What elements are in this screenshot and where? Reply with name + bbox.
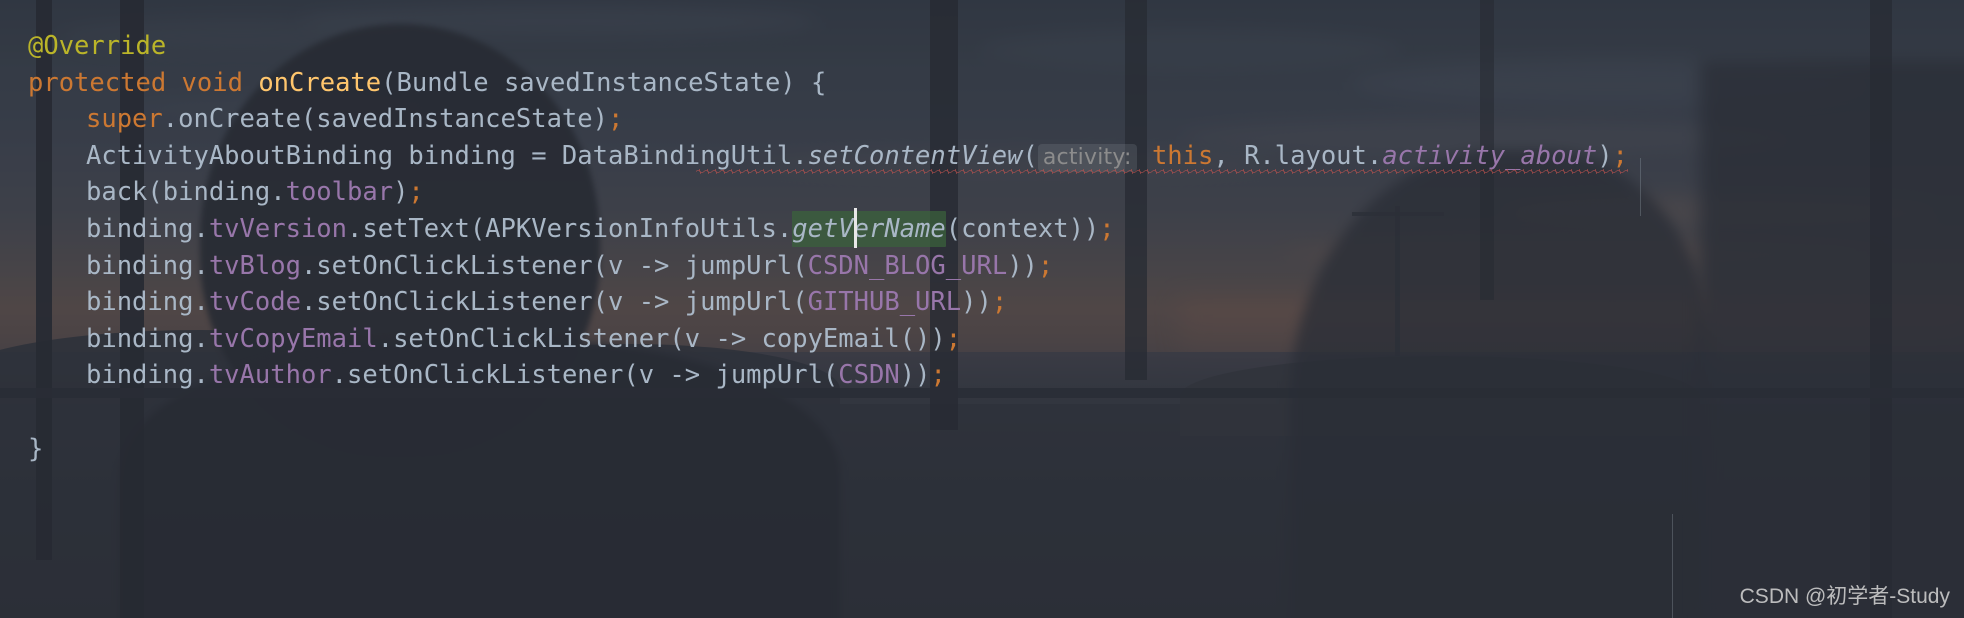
code-line[interactable]: back(binding.toolbar); bbox=[86, 174, 424, 211]
code-token-constant: CSDN bbox=[838, 360, 900, 391]
code-token-text: (Bundle savedInstanceState) { bbox=[381, 67, 827, 98]
code-token-text: ) bbox=[393, 177, 409, 208]
code-token-keyword: super bbox=[86, 104, 163, 135]
code-token-text: .setOnClickListener(v -> copyEmail()) bbox=[377, 323, 946, 354]
csdn-watermark: CSDN @初学者-Study bbox=[1739, 585, 1950, 608]
code-token-text: )) bbox=[961, 287, 992, 318]
code-token-text: .setText(APKVersionInfoUtils. bbox=[347, 214, 793, 244]
code-token-text: binding. bbox=[86, 250, 209, 281]
code-editor-screenshot: @Override protected void onCreate(Bundle … bbox=[0, 0, 1964, 618]
code-token-semicolon: ; bbox=[1612, 140, 1628, 171]
code-token-semicolon: ; bbox=[945, 323, 962, 354]
code-token-constant: CSDN_BLOG_URL bbox=[807, 250, 1008, 281]
code-token-method: onCreate bbox=[258, 67, 382, 98]
code-line[interactable]: protected void onCreate(Bundle savedInst… bbox=[28, 65, 826, 102]
code-token-text: , R.layout. bbox=[1213, 140, 1383, 171]
error-underline bbox=[696, 168, 1628, 174]
code-token-semicolon: ; bbox=[930, 360, 946, 391]
code-line[interactable]: } bbox=[28, 431, 43, 468]
code-line[interactable]: binding.tvCopyEmail.setOnClickListener(v… bbox=[86, 321, 961, 358]
code-token-keyword: void bbox=[181, 67, 243, 98]
code-token-text: .setOnClickListener(v -> jumpUrl( bbox=[300, 250, 808, 281]
code-line[interactable]: super.onCreate(savedInstanceState); bbox=[86, 101, 623, 138]
code-token-static-method-highlighted: getVerName bbox=[792, 214, 946, 244]
editor-text-area[interactable]: @Override protected void onCreate(Bundle … bbox=[0, 0, 1964, 618]
code-token-keyword: this bbox=[1151, 140, 1214, 171]
code-token-semicolon: ; bbox=[991, 287, 1008, 318]
code-token-text: (context)) bbox=[945, 214, 1100, 244]
code-token-static-field: activity_about bbox=[1382, 140, 1598, 171]
code-token-keyword: protected bbox=[28, 67, 167, 98]
code-token-text: )) bbox=[899, 360, 931, 391]
code-token-semicolon: ; bbox=[1037, 250, 1054, 281]
code-line[interactable]: binding.tvAuthor.setOnClickListener(v ->… bbox=[86, 357, 946, 394]
code-token-static-method: setContentView bbox=[807, 140, 1023, 171]
code-line[interactable]: binding.tvBlog.setOnClickListener(v -> j… bbox=[86, 248, 1053, 285]
code-token-text: binding. bbox=[86, 287, 209, 318]
code-token-semicolon: ; bbox=[1099, 214, 1115, 244]
code-token-field: tvBlog bbox=[208, 250, 301, 281]
code-token-semicolon: ; bbox=[408, 177, 424, 208]
code-token-inline-hint: activity: bbox=[1037, 143, 1137, 172]
code-token-text: .setOnClickListener(v -> jumpUrl( bbox=[300, 287, 808, 318]
code-token-text: .onCreate(savedInstanceState) bbox=[162, 104, 608, 135]
code-token-text: ) bbox=[1597, 140, 1613, 171]
code-token-text: .setOnClickListener(v -> jumpUrl( bbox=[331, 360, 839, 391]
code-token-text: )) bbox=[1007, 250, 1038, 281]
code-token-text: binding. bbox=[86, 323, 209, 354]
code-token-text: } bbox=[28, 433, 44, 464]
code-line[interactable]: binding.tvVersion.setText(APKVersionInfo… bbox=[86, 211, 1115, 248]
code-token-field: tvCopyEmail bbox=[208, 323, 378, 354]
code-token-annotation: @Override bbox=[28, 31, 167, 61]
code-token-text: ActivityAboutBinding binding = DataBindi… bbox=[86, 140, 808, 171]
code-token-field: tvVersion bbox=[208, 214, 347, 244]
code-token-text: binding. bbox=[86, 360, 209, 391]
code-token-constant: GITHUB_URL bbox=[807, 287, 962, 318]
text-caret bbox=[853, 208, 857, 248]
code-token-text: ( bbox=[1022, 140, 1038, 171]
code-token-semicolon: ; bbox=[607, 104, 624, 135]
code-token-text: back(binding. bbox=[86, 177, 286, 208]
code-token-text: binding. bbox=[86, 214, 209, 244]
code-token-field: toolbar bbox=[285, 177, 394, 208]
code-token-field: tvAuthor bbox=[208, 360, 332, 391]
code-token-field: tvCode bbox=[208, 287, 301, 318]
code-line[interactable]: binding.tvCode.setOnClickListener(v -> j… bbox=[86, 284, 1007, 321]
code-line[interactable]: @Override bbox=[28, 28, 166, 65]
